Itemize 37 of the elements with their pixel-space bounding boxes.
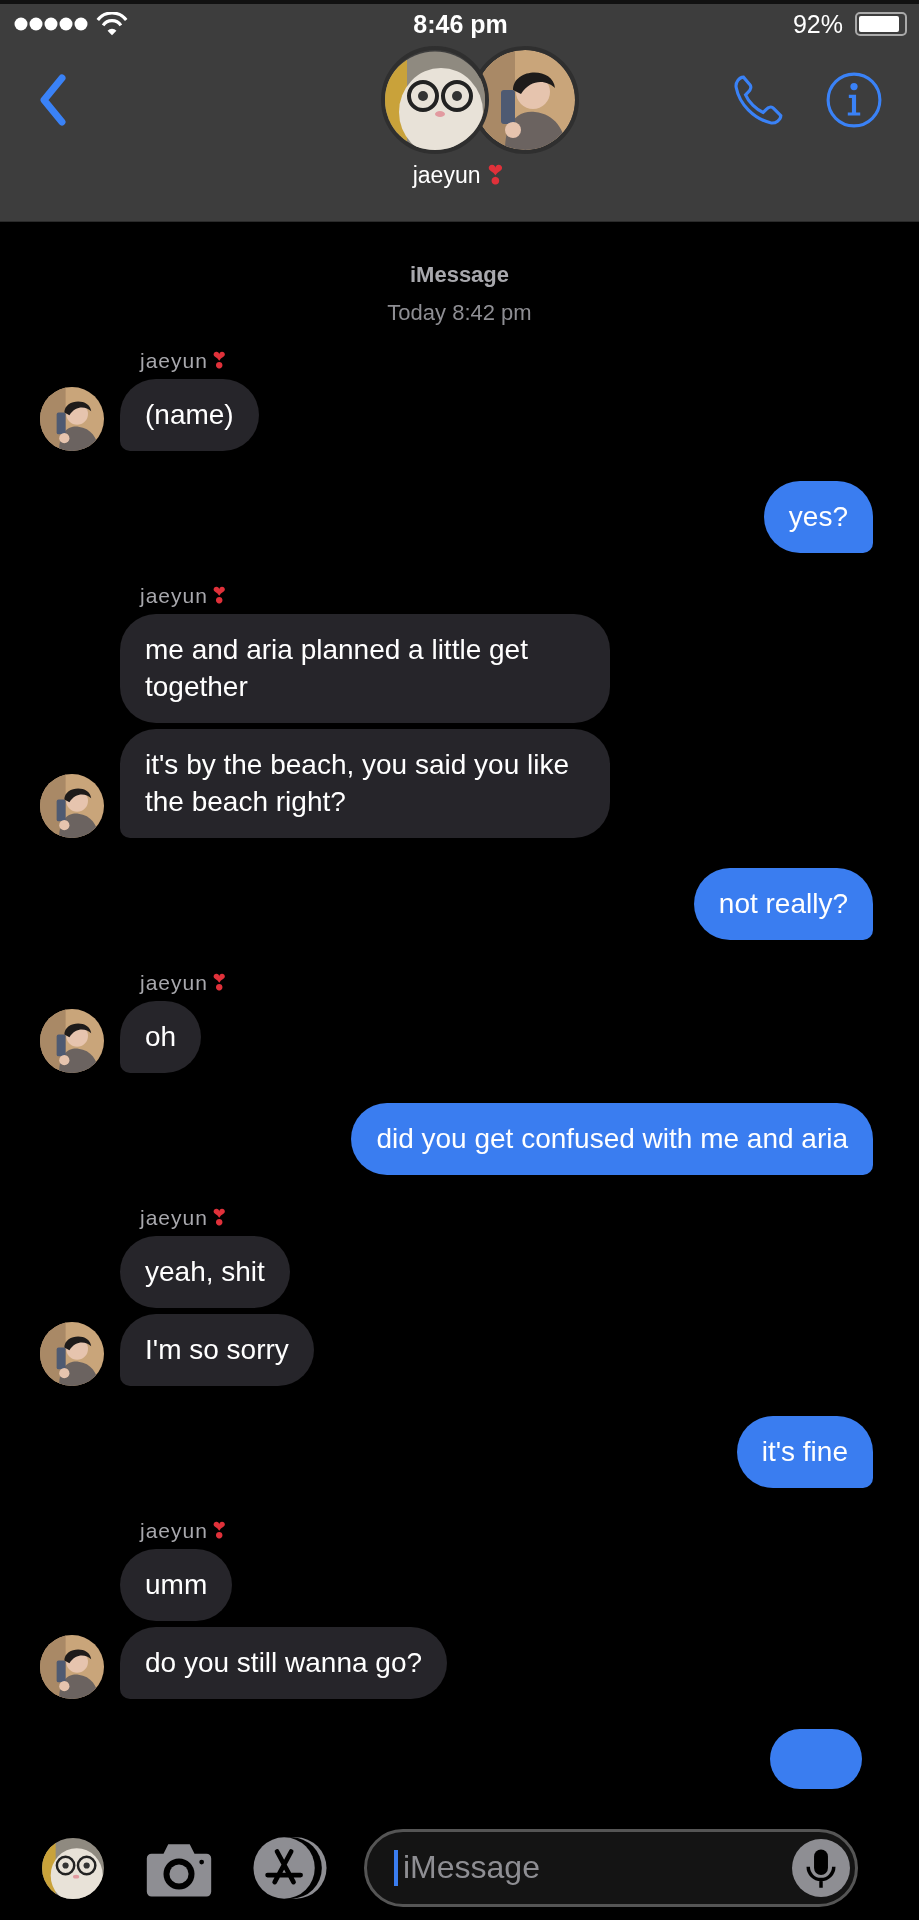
heart-emoji: ❣: [209, 970, 229, 995]
sender-name: jaeyun: [140, 970, 208, 995]
heart-emoji: ❣: [209, 1518, 229, 1543]
wifi-icon: [96, 11, 128, 37]
message-input[interactable]: iMessage: [364, 1828, 858, 1907]
message-bubble: yes?: [763, 481, 873, 553]
sender-name: jaeyun: [140, 583, 208, 608]
signal-icon: [14, 16, 88, 32]
back-button[interactable]: [38, 74, 68, 126]
sender-name: jaeyun: [140, 1205, 208, 1230]
service-label: iMessage: [408, 262, 511, 288]
message-bubble: umm: [120, 1549, 233, 1621]
clock-time: 8:46 pm: [413, 9, 508, 39]
battery-icon: [855, 12, 907, 36]
battery-percentage: 92%: [792, 9, 843, 39]
text-cursor: [394, 1849, 398, 1886]
sender-name: jaeyun: [140, 1518, 208, 1543]
message-bubble: did you get confused with me and aria: [351, 1103, 873, 1175]
info-icon[interactable]: [825, 71, 883, 129]
microphone-button[interactable]: [792, 1838, 850, 1897]
message-bubble: it's by the beach, you said you like the beach right?: [120, 729, 610, 838]
phone-icon[interactable]: [731, 73, 785, 127]
message-bubble: do you still wanna go?: [120, 1627, 448, 1699]
message-bubble: me and aria planned a little get together: [120, 614, 610, 723]
timestamp: Today 8:42 pm: [386, 300, 533, 326]
message-bubble: it's fine: [736, 1416, 873, 1488]
message-bubble: (name): [120, 379, 259, 451]
heart-emoji: ❣: [209, 583, 229, 608]
message-bubble: not really?: [693, 868, 873, 940]
message-bubble: I'm so sorry: [120, 1314, 314, 1386]
message-bubble: yeah, shit: [120, 1236, 290, 1308]
heart-emoji: ❣: [209, 348, 229, 373]
heart-emoji: ❣: [484, 160, 507, 190]
contact-name: jaeyun: [412, 161, 481, 189]
message-bubble: oh: [120, 1001, 202, 1073]
sender-name: jaeyun: [140, 348, 208, 373]
heart-emoji: ❣: [209, 1205, 229, 1230]
